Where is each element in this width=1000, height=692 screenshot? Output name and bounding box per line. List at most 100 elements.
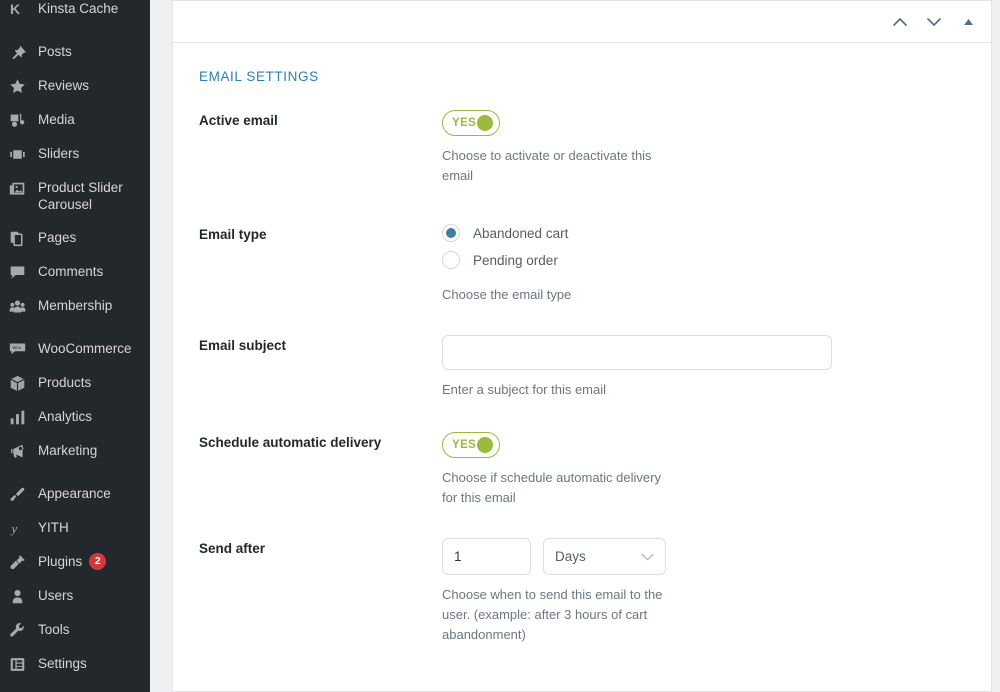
- sidebar-item-appearance[interactable]: Appearance: [0, 477, 150, 511]
- radio-label: Abandoned cart: [473, 225, 569, 241]
- sidebar-item-woocommerce[interactable]: Woo WooCommerce: [0, 332, 150, 366]
- field-control: YES Choose to activate or deactivate thi…: [442, 110, 965, 186]
- settings-sliders-icon: [9, 655, 31, 673]
- sidebar-item-label: Users: [38, 588, 74, 603]
- section-title: EMAIL SETTINGS: [199, 69, 319, 84]
- radio-unselected-icon: [442, 251, 460, 269]
- sidebar-item-label: Pages: [38, 230, 77, 245]
- sidebar-item-settings[interactable]: Settings: [0, 647, 150, 681]
- sidebar-item-analytics[interactable]: Analytics: [0, 400, 150, 434]
- sidebar-item-comments[interactable]: Comments: [0, 255, 150, 289]
- email-settings-panel: EMAIL SETTINGS Active email YES Choose t…: [172, 0, 992, 692]
- field-description: Choose if schedule automatic delivery fo…: [442, 470, 661, 505]
- sidebar-item-label: Tools: [38, 622, 70, 637]
- field-email-subject: Email subject Enter a subject for this e…: [199, 335, 965, 400]
- gallery-icon: [9, 179, 31, 197]
- schedule-delivery-toggle[interactable]: YES: [442, 432, 500, 458]
- sidebar-item-label: WooCommerce: [38, 341, 132, 356]
- plug-icon: [9, 553, 31, 571]
- box-icon: [9, 374, 31, 392]
- field-description: Enter a subject for this email: [442, 382, 607, 397]
- plugins-update-badge: 2: [89, 553, 107, 570]
- admin-sidebar: K Kinsta Cache Posts Reviews Media Slide…: [0, 0, 150, 692]
- move-up-handle[interactable]: [891, 13, 909, 31]
- sidebar-item-products[interactable]: Products: [0, 366, 150, 400]
- sidebar-item-label: Membership: [38, 298, 113, 313]
- sidebar-item-label: Products: [38, 375, 92, 390]
- sidebar-item-pages[interactable]: Pages: [0, 221, 150, 255]
- field-label: Schedule automatic delivery: [199, 435, 382, 450]
- sidebar-item-label: YITH: [38, 520, 69, 535]
- woocommerce-icon: Woo: [9, 340, 31, 358]
- field-label: Email subject: [199, 338, 287, 353]
- chevron-down-icon: [641, 553, 654, 561]
- field-control: YES Choose if schedule automatic deliver…: [442, 432, 965, 508]
- active-email-toggle[interactable]: YES: [442, 110, 500, 136]
- toggle-knob: [477, 437, 493, 453]
- field-label: Email type: [199, 227, 267, 242]
- svg-text:y: y: [10, 521, 18, 535]
- send-after-amount-input[interactable]: [442, 538, 531, 575]
- panel-body: EMAIL SETTINGS Active email YES Choose t…: [173, 43, 991, 645]
- sidebar-item-yith[interactable]: y YITH: [0, 511, 150, 545]
- email-subject-input[interactable]: [442, 335, 832, 370]
- sidebar-item-label: Kinsta Cache: [38, 1, 119, 16]
- toggle-label: YES: [452, 117, 477, 129]
- pages-icon: [9, 229, 31, 247]
- kinsta-icon: K: [9, 0, 31, 18]
- select-value: Days: [555, 549, 586, 564]
- radio-option-abandoned-cart[interactable]: Abandoned cart: [442, 224, 965, 242]
- menu-separator: [0, 468, 150, 477]
- radio-label: Pending order: [473, 252, 558, 268]
- menu-separator: [0, 26, 150, 35]
- user-icon: [9, 587, 31, 605]
- sidebar-item-plugins[interactable]: Plugins 2: [0, 545, 150, 579]
- sidebar-item-label: Plugins: [38, 554, 83, 569]
- sidebar-item-label: Settings: [38, 656, 87, 671]
- sidebar-item-membership[interactable]: Membership: [0, 289, 150, 323]
- field-control: Enter a subject for this email: [442, 335, 965, 400]
- pin-icon: [9, 43, 31, 61]
- sidebar-item-users[interactable]: Users: [0, 579, 150, 613]
- main-content: EMAIL SETTINGS Active email YES Choose t…: [150, 0, 1000, 692]
- sidebar-item-product-slider-carousel[interactable]: Product Slider Carousel: [0, 171, 150, 221]
- toggle-label: YES: [452, 439, 477, 451]
- sidebar-item-sliders[interactable]: Sliders: [0, 137, 150, 171]
- menu-separator: [0, 323, 150, 332]
- sidebar-item-label: Sliders: [38, 146, 80, 161]
- send-after-unit-select[interactable]: Days: [543, 538, 666, 575]
- bar-chart-icon: [9, 408, 31, 426]
- svg-text:Woo: Woo: [12, 345, 21, 350]
- media-icon: [9, 111, 31, 129]
- sidebar-item-label: Appearance: [38, 486, 111, 501]
- sidebar-item-label: Marketing: [38, 443, 98, 458]
- field-control: Abandoned cart Pending order Choose the …: [442, 224, 965, 305]
- menu-separator: [0, 681, 150, 690]
- sidebar-item-label: Posts: [38, 44, 72, 59]
- sidebar-item-label: Media: [38, 112, 75, 127]
- megaphone-icon: [9, 442, 31, 460]
- sidebar-item-kinsta-cache[interactable]: K Kinsta Cache: [0, 0, 150, 26]
- sidebar-item-tools[interactable]: Tools: [0, 613, 150, 647]
- radio-option-pending-order[interactable]: Pending order: [442, 251, 965, 269]
- yith-icon: y: [9, 519, 31, 537]
- wrench-icon: [9, 621, 31, 639]
- sidebar-item-label: Product Slider Carousel: [38, 180, 123, 212]
- sidebar-item-media[interactable]: Media: [0, 103, 150, 137]
- field-email-type: Email type Abandoned cart Pending order …: [199, 224, 965, 305]
- sidebar-item-marketing[interactable]: Marketing: [0, 434, 150, 468]
- field-description: Choose the email type: [442, 287, 572, 302]
- sidebar-item-reviews[interactable]: Reviews: [0, 69, 150, 103]
- field-send-after: Send after Days Choose when to send t: [199, 538, 965, 645]
- field-description: Choose when to send this email to the us…: [442, 587, 663, 642]
- move-down-handle[interactable]: [925, 13, 943, 31]
- sidebar-item-posts[interactable]: Posts: [0, 35, 150, 69]
- svg-text:K: K: [10, 1, 20, 17]
- collapse-handle[interactable]: [959, 13, 977, 31]
- users-group-icon: [9, 297, 31, 315]
- slider-icon: [9, 145, 31, 163]
- field-label: Send after: [199, 541, 266, 556]
